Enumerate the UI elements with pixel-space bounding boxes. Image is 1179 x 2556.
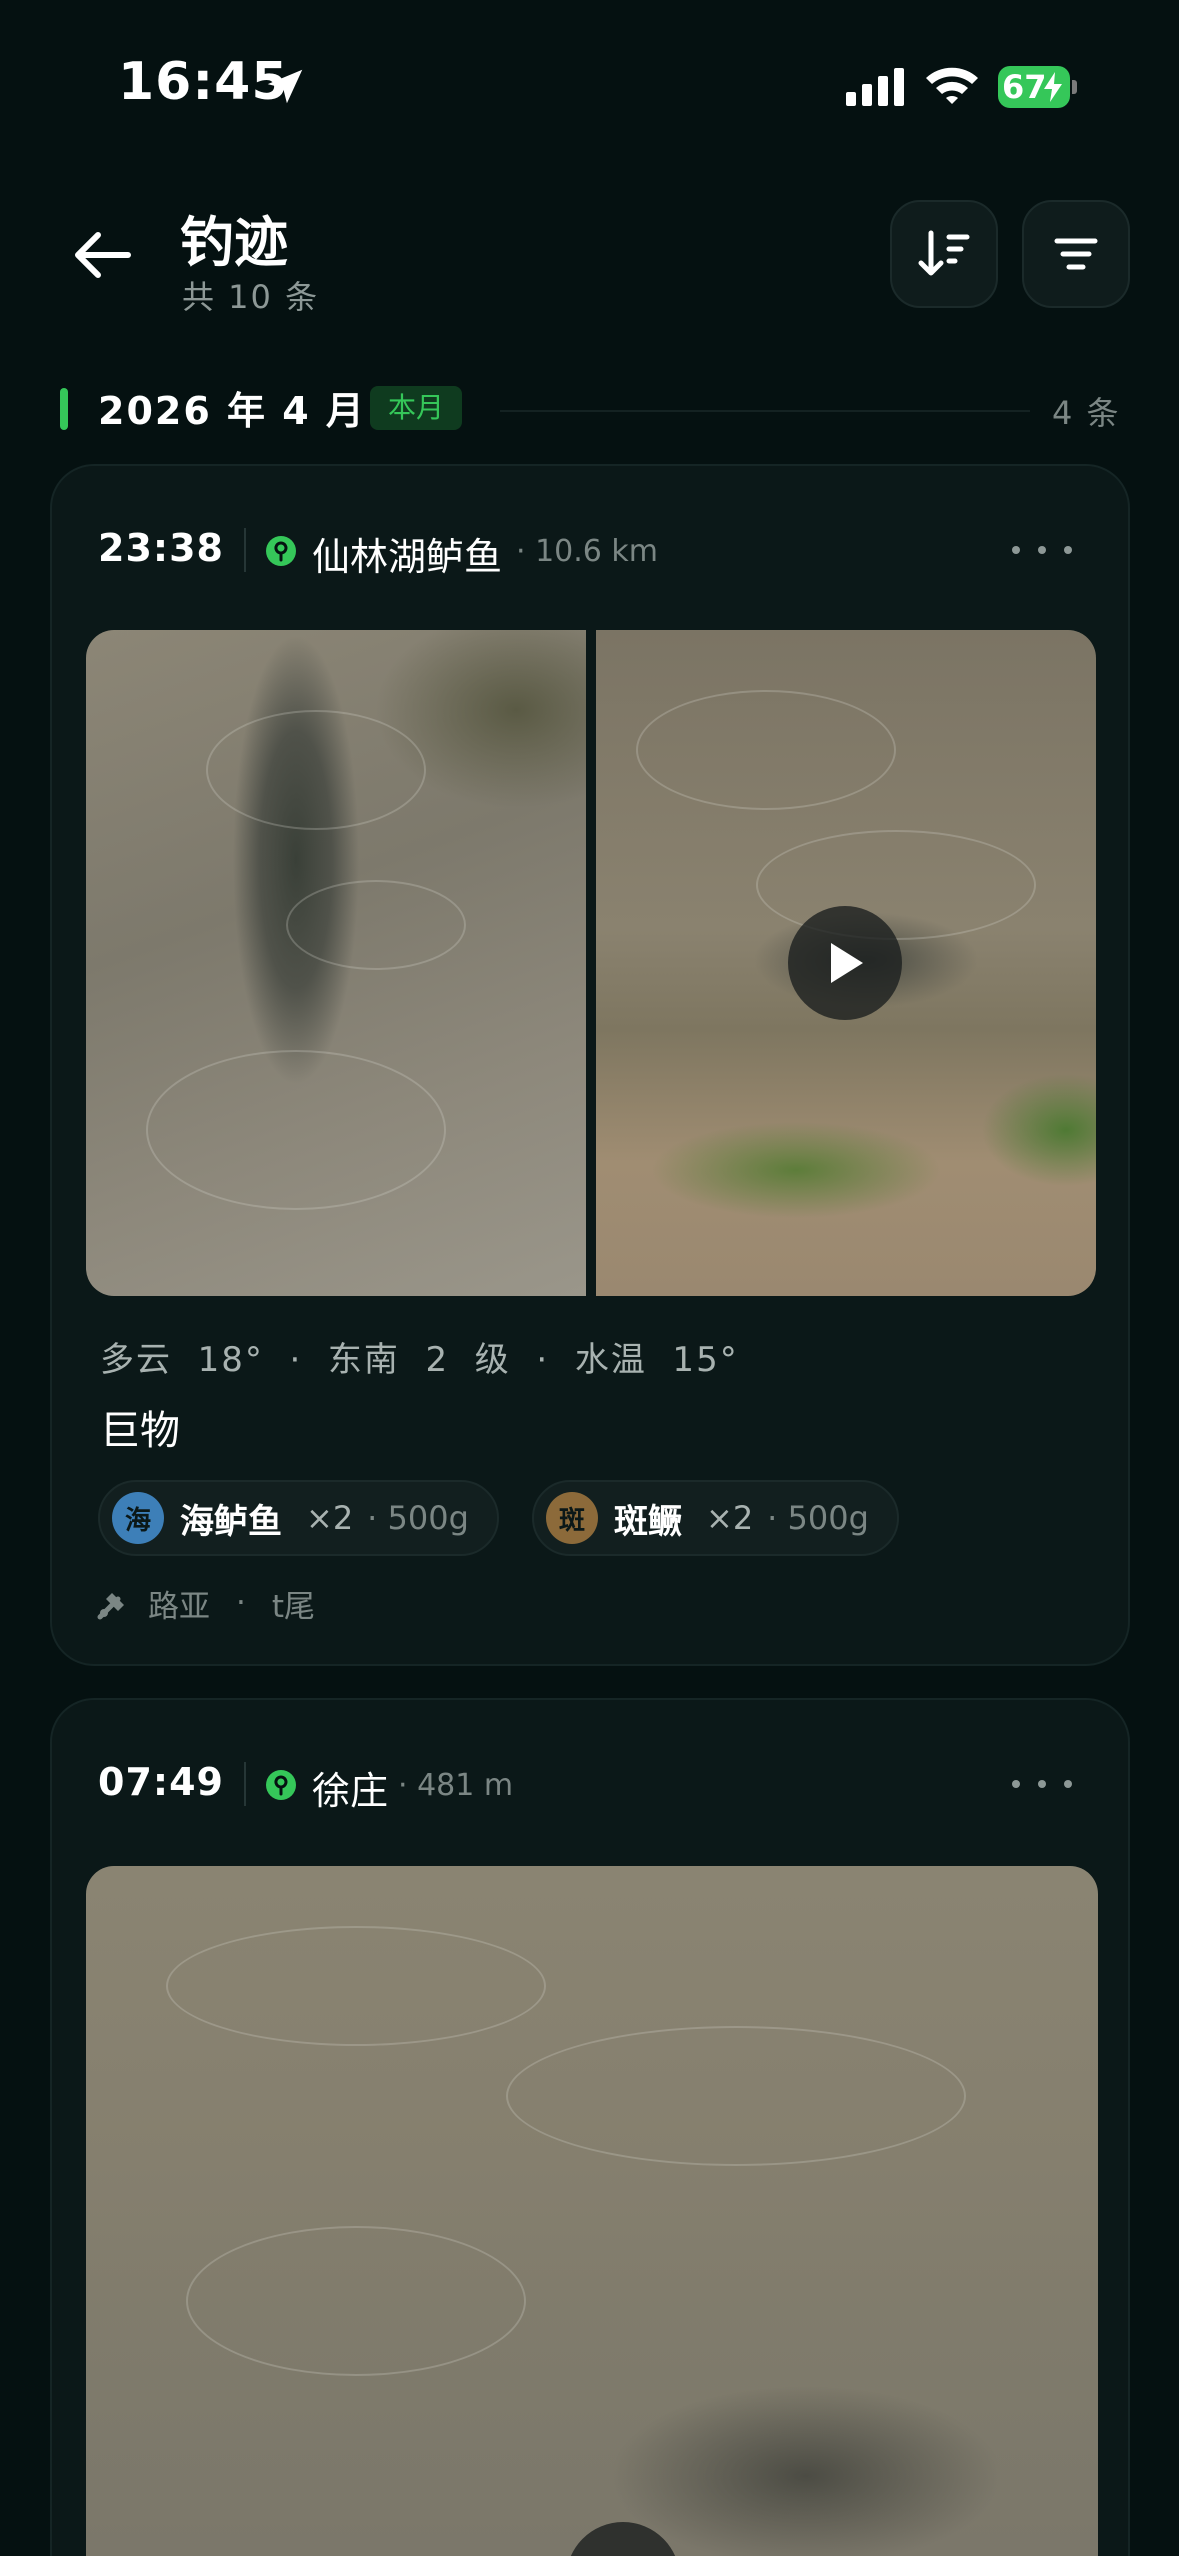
more-icon-dot [1064,546,1072,554]
sort-button[interactable] [890,200,998,308]
fish-name: 海鲈鱼 [180,1501,282,1542]
month-title: 2026 年 4 月 [98,389,366,433]
fishing-rod-icon [97,1593,124,1620]
fish-count: ×2 [706,1499,754,1537]
lure-type: t尾 [271,1588,316,1625]
water-ripple [166,1926,546,2046]
page-title: 钓迹 [180,211,288,274]
fish-avatar: 海 [112,1492,164,1544]
record-card[interactable]: 23:38 仙林湖鲈鱼 · 10.6 km 多云 18° · 东南 2 级 · … [50,464,1130,1666]
spot-distance: · 481 m [398,1768,514,1803]
more-icon-dot [1012,546,1020,554]
screen: 16:45 67 钓迹 共 10 条 2026 年 4 月 本月 4 条 23:… [0,0,1179,2556]
location-pin-icon [266,536,296,566]
catch-chip[interactable]: 海 海鲈鱼 ×2 · 500g [98,1480,499,1556]
fish-name: 斑鳜 [614,1501,682,1542]
fish-weight: · 500g [767,1499,869,1537]
time-divider [244,528,246,572]
filter-button[interactable] [1022,200,1130,308]
water-ripple [506,2026,966,2166]
battery-level: 67 [1002,68,1047,106]
spot-name[interactable]: 徐庄 [312,1760,388,1815]
month-divider [500,410,1030,412]
location-arrow-icon [267,69,303,104]
record-time: 23:38 [98,526,224,570]
current-month-badge: 本月 [370,386,463,430]
more-options-button[interactable] [1012,1764,1072,1804]
water-ripple [146,1050,446,1210]
month-accent-bar [60,388,68,430]
play-icon [831,943,863,983]
more-icon-dot [1012,1780,1020,1788]
charging-bolt-icon [1044,72,1062,102]
play-button[interactable] [788,906,902,1020]
status-bar: 16:45 67 [0,0,1179,150]
record-time: 07:49 [98,1760,224,1804]
cellular-signal-icon [846,68,904,106]
wifi-icon [926,67,978,104]
more-icon-dot [1038,546,1046,554]
catch-chip[interactable]: 斑 斑鳜 ×2 · 500g [532,1480,899,1556]
play-button[interactable] [566,2522,680,2556]
more-options-button[interactable] [1012,530,1072,570]
fish-avatar: 斑 [546,1492,598,1544]
record-total: 共 10 条 [182,278,320,316]
water-ripple [636,690,896,810]
method-separator: · [236,1585,246,1621]
catch-video-thumbnail[interactable] [86,1866,1098,2556]
spot-name[interactable]: 仙林湖鲈鱼 [312,526,502,581]
fishing-method: 路亚 [148,1588,210,1625]
catch-photo[interactable] [86,630,586,1296]
fish-weight: · 500g [367,1499,469,1537]
weather-info: 多云 18° · 东南 2 级 · 水温 15° [100,1340,739,1380]
back-arrow-icon[interactable] [66,220,136,290]
battery-indicator: 67 [998,66,1078,108]
time-divider [244,1762,246,1806]
sort-icon [918,230,970,276]
record-note: 巨物 [100,1408,180,1454]
water-ripple [756,830,1036,940]
catch-video-thumbnail[interactable] [596,630,1096,1296]
filter-icon [1054,238,1098,270]
record-card[interactable]: 07:49 徐庄 · 481 m [50,1698,1130,2556]
water-ripple [186,2226,526,2376]
fish-count: ×2 [306,1499,354,1537]
location-pin-icon [266,1770,296,1800]
battery-cap [1072,80,1077,94]
month-record-count: 4 条 [1052,394,1121,432]
water-ripple [206,710,426,830]
water-ripple [286,880,466,970]
fishing-method-row: 路亚 · t尾 [96,1578,315,1628]
more-icon-dot [1064,1780,1072,1788]
more-icon-dot [1038,1780,1046,1788]
spot-distance: · 10.6 km [516,534,659,569]
